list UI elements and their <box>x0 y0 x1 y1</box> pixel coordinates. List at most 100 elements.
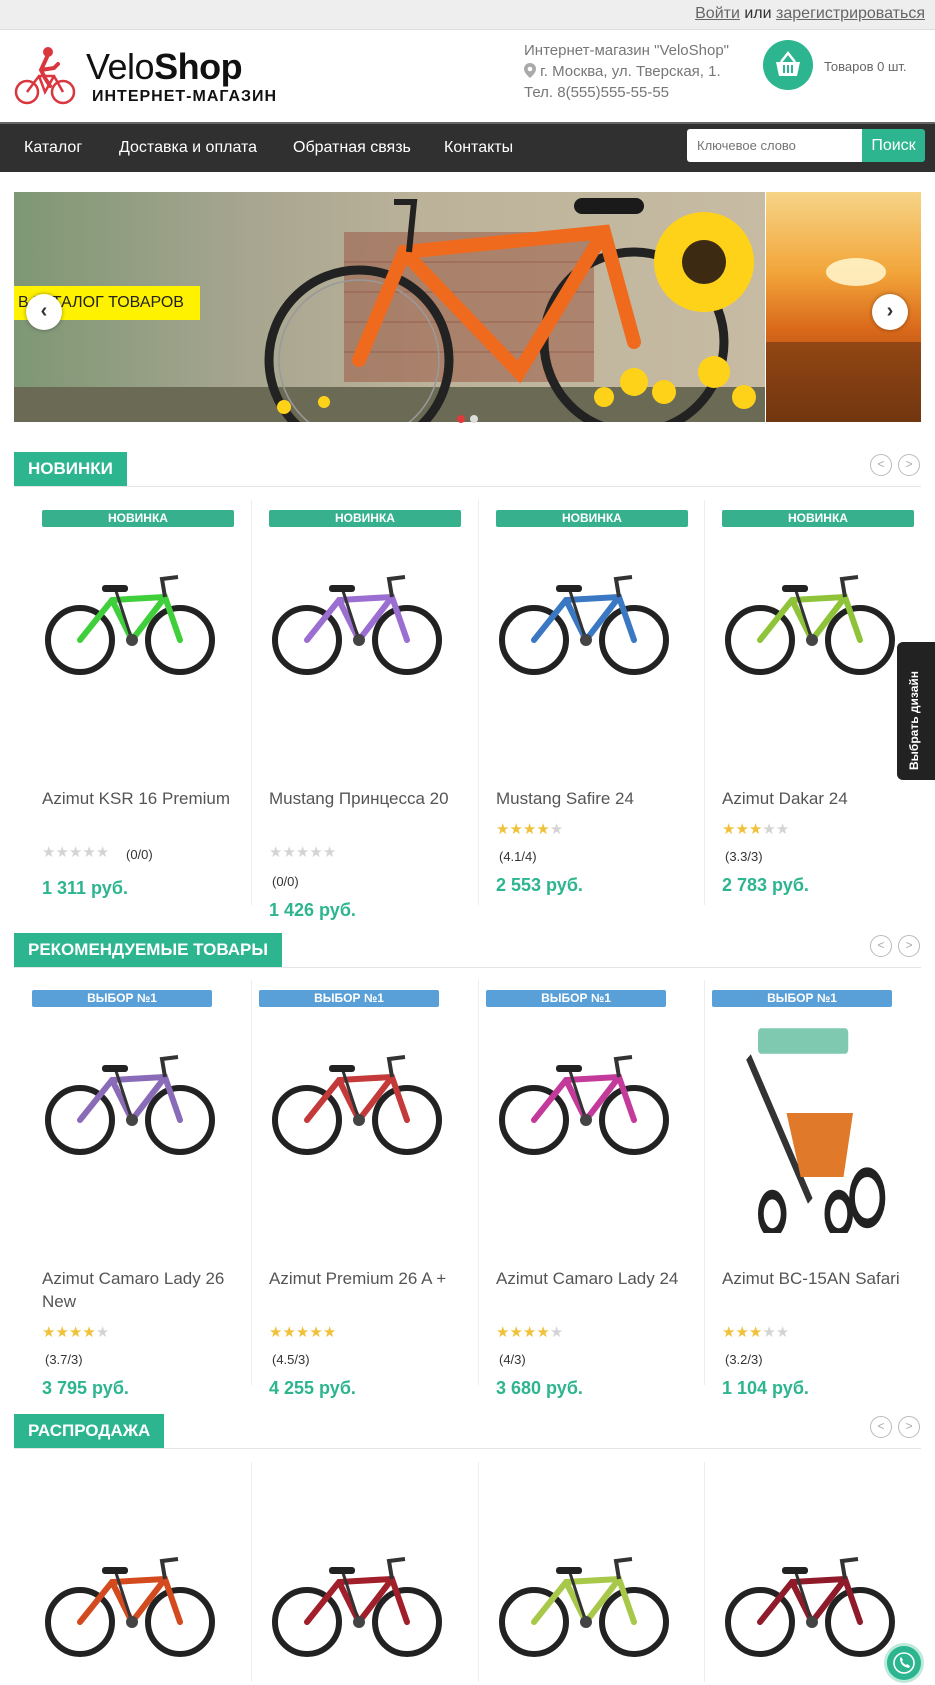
star-icon: ★ <box>82 1324 96 1341</box>
card-separator <box>478 1462 479 1682</box>
rating-value: (0/0) <box>126 847 153 862</box>
card-separator <box>704 1462 705 1682</box>
product-image[interactable] <box>40 555 220 690</box>
store-address-row: г. Москва, ул. Тверская, 1. <box>524 61 729 82</box>
star-icon: ★ <box>282 844 296 861</box>
star-icon: ★ <box>748 821 763 838</box>
product-image[interactable] <box>494 555 674 690</box>
banner-slider[interactable]: В КАТАЛОГ ТОВАРОВ ‹ › <box>14 192 921 422</box>
basket-icon <box>776 50 800 76</box>
store-phone: Тел. 8(555)555-55-55 <box>524 84 669 101</box>
product-image[interactable] <box>720 1537 900 1672</box>
search-button[interactable]: Поиск <box>862 129 925 162</box>
new-prev-arrow-icon[interactable]: < <box>870 454 892 476</box>
product-name[interactable]: Azimut KSR 16 Premium <box>42 787 232 810</box>
slider-dot[interactable] <box>470 415 478 423</box>
logo-subtitle: ИНТЕРНЕТ-МАГАЗИН <box>92 88 278 105</box>
product-name[interactable]: Mustang Принцесса 20 <box>269 787 459 810</box>
rating-value: (4.5/3) <box>272 1352 310 1367</box>
product-image[interactable] <box>720 1025 891 1241</box>
product-image[interactable] <box>267 1035 447 1170</box>
product-name[interactable]: Azimut Dakar 24 <box>722 787 912 810</box>
product-image[interactable] <box>494 1537 674 1672</box>
bicycle-image <box>45 1055 215 1155</box>
product-price: 3 680 руб. <box>496 1378 583 1398</box>
callback-button[interactable] <box>884 1643 924 1683</box>
star-icon: ★ <box>68 844 83 861</box>
site-logo[interactable]: VeloShop ИНТЕРНЕТ-МАГАЗИН <box>14 44 278 112</box>
slider-next-button[interactable]: › <box>872 294 908 330</box>
star-icon: ★ <box>536 821 550 838</box>
rating-stars: ★★★★★ <box>42 843 109 861</box>
register-link[interactable]: зарегистрироваться <box>776 5 925 22</box>
product-image[interactable] <box>40 1537 220 1672</box>
star-icon: ★ <box>549 1324 564 1341</box>
bicycle-image <box>725 575 895 675</box>
rating-stars: ★★★★★ <box>722 1323 789 1341</box>
choice-badge: ВЫБОР №1 <box>32 990 212 1007</box>
sunflower <box>654 212 754 312</box>
bicycle-image <box>45 1557 215 1657</box>
nav-item-delivery[interactable]: Доставка и оплата <box>119 139 257 157</box>
recommended-next-arrow-icon[interactable]: > <box>898 935 920 957</box>
slide-bicycle-photo[interactable]: В КАТАЛОГ ТОВАРОВ <box>14 192 765 422</box>
product-image[interactable] <box>40 1035 220 1170</box>
recommended-prev-arrow-icon[interactable]: < <box>870 935 892 957</box>
star-icon: ★ <box>536 1324 550 1341</box>
product-image[interactable] <box>267 1537 447 1672</box>
new-next-arrow-icon[interactable]: > <box>898 454 920 476</box>
section-title-new: НОВИНКИ <box>14 452 127 486</box>
star-icon: ★ <box>68 1324 83 1341</box>
product-image[interactable] <box>494 1035 674 1170</box>
new-badge: НОВИНКА <box>269 510 461 527</box>
rating-stars: ★★★★★ <box>722 820 789 838</box>
slider-dot-active[interactable] <box>457 415 465 423</box>
product-name[interactable]: Azimut Premium 26 A + <box>269 1267 459 1290</box>
bicycle-image <box>45 575 215 675</box>
product-image[interactable] <box>720 555 900 690</box>
card-separator <box>704 980 705 1385</box>
sale-next-arrow-icon[interactable]: > <box>898 1416 920 1438</box>
star-icon: ★ <box>775 1324 790 1341</box>
sale-prev-arrow-icon[interactable]: < <box>870 1416 892 1438</box>
star-icon: ★ <box>322 844 337 861</box>
section-title-sale: РАСПРОДАЖА <box>14 1414 165 1448</box>
store-name: Интернет-магазин "VeloShop" <box>524 42 729 59</box>
product-name[interactable]: Azimut Camaro Lady 26 New <box>42 1267 232 1313</box>
product-name[interactable]: Mustang Safire 24 <box>496 787 686 810</box>
new-badge: НОВИНКА <box>722 510 914 527</box>
product-image[interactable] <box>267 555 447 690</box>
product-name[interactable]: Azimut Camaro Lady 24 <box>496 1267 686 1290</box>
location-pin-icon <box>524 63 536 78</box>
cart-button[interactable] <box>763 40 813 90</box>
star-icon: ★ <box>775 821 790 838</box>
star-icon: ★ <box>762 1324 776 1341</box>
star-icon: ★ <box>722 1324 736 1341</box>
product-price: 1 426 руб. <box>269 900 356 920</box>
star-icon: ★ <box>496 1324 510 1341</box>
star-icon: ★ <box>496 821 510 838</box>
search-input[interactable] <box>687 129 862 162</box>
product-price: 1 311 руб. <box>42 878 128 898</box>
star-icon: ★ <box>735 821 749 838</box>
nav-item-catalog[interactable]: Каталог <box>24 139 82 157</box>
cart-count[interactable]: Товаров 0 шт. <box>824 59 907 74</box>
bicycle-image <box>272 575 442 675</box>
new-badge: НОВИНКА <box>496 510 688 527</box>
star-icon: ★ <box>95 844 110 861</box>
bicycle-image <box>725 1557 895 1657</box>
nav-item-feedback[interactable]: Обратная связь <box>293 139 411 157</box>
login-link[interactable]: Войти <box>695 5 740 22</box>
choice-badge: ВЫБОР №1 <box>259 990 439 1007</box>
rating-value: (3.7/3) <box>45 1352 83 1367</box>
rating-stars: ★★★★★ <box>269 843 336 861</box>
star-icon: ★ <box>748 1324 763 1341</box>
choose-design-tab[interactable]: Выбрать дизайн <box>897 642 935 780</box>
product-name[interactable]: Azimut BC-15AN Safari <box>722 1267 912 1290</box>
star-icon: ★ <box>55 844 69 861</box>
star-icon: ★ <box>269 1324 283 1341</box>
nav-item-contacts[interactable]: Контакты <box>444 139 513 157</box>
logo-brand-part2: Shop <box>154 46 243 87</box>
slider-prev-button[interactable]: ‹ <box>26 294 62 330</box>
star-icon: ★ <box>522 1324 537 1341</box>
